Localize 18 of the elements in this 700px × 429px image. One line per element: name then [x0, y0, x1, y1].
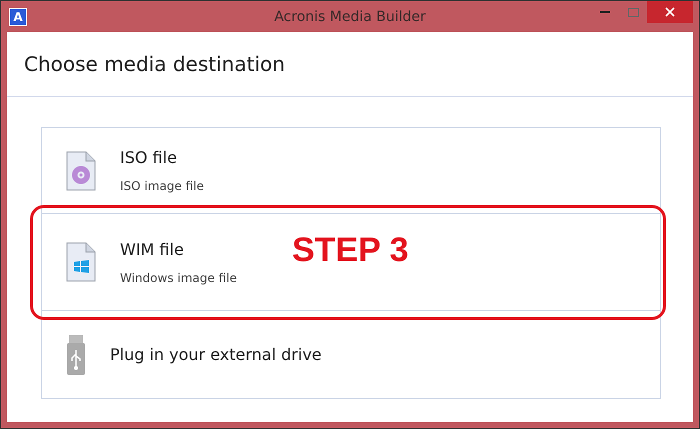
usb-drive-icon — [66, 334, 86, 376]
minimize-icon — [600, 10, 610, 14]
option-subtitle: ISO image file — [120, 179, 204, 193]
close-button[interactable] — [647, 1, 693, 23]
destination-option[interactable]: ISO file ISO image file — [42, 128, 660, 213]
destination-option[interactable]: Plug in your external drive — [42, 310, 660, 398]
window-title: Acronis Media Builder — [274, 8, 426, 24]
close-icon — [665, 7, 675, 17]
option-title: WIM file — [120, 240, 185, 258]
disc-file-icon — [66, 150, 96, 190]
annotation-label: STEP 3 — [292, 231, 409, 270]
app-icon: A — [9, 8, 27, 26]
option-title: Plug in your external drive — [110, 345, 322, 364]
option-title: ISO file — [120, 148, 178, 167]
maximize-icon — [628, 8, 638, 16]
page-heading: Choose media destination — [24, 52, 285, 76]
windows-file-icon — [66, 242, 96, 282]
option-subtitle: Windows image file — [120, 270, 237, 284]
